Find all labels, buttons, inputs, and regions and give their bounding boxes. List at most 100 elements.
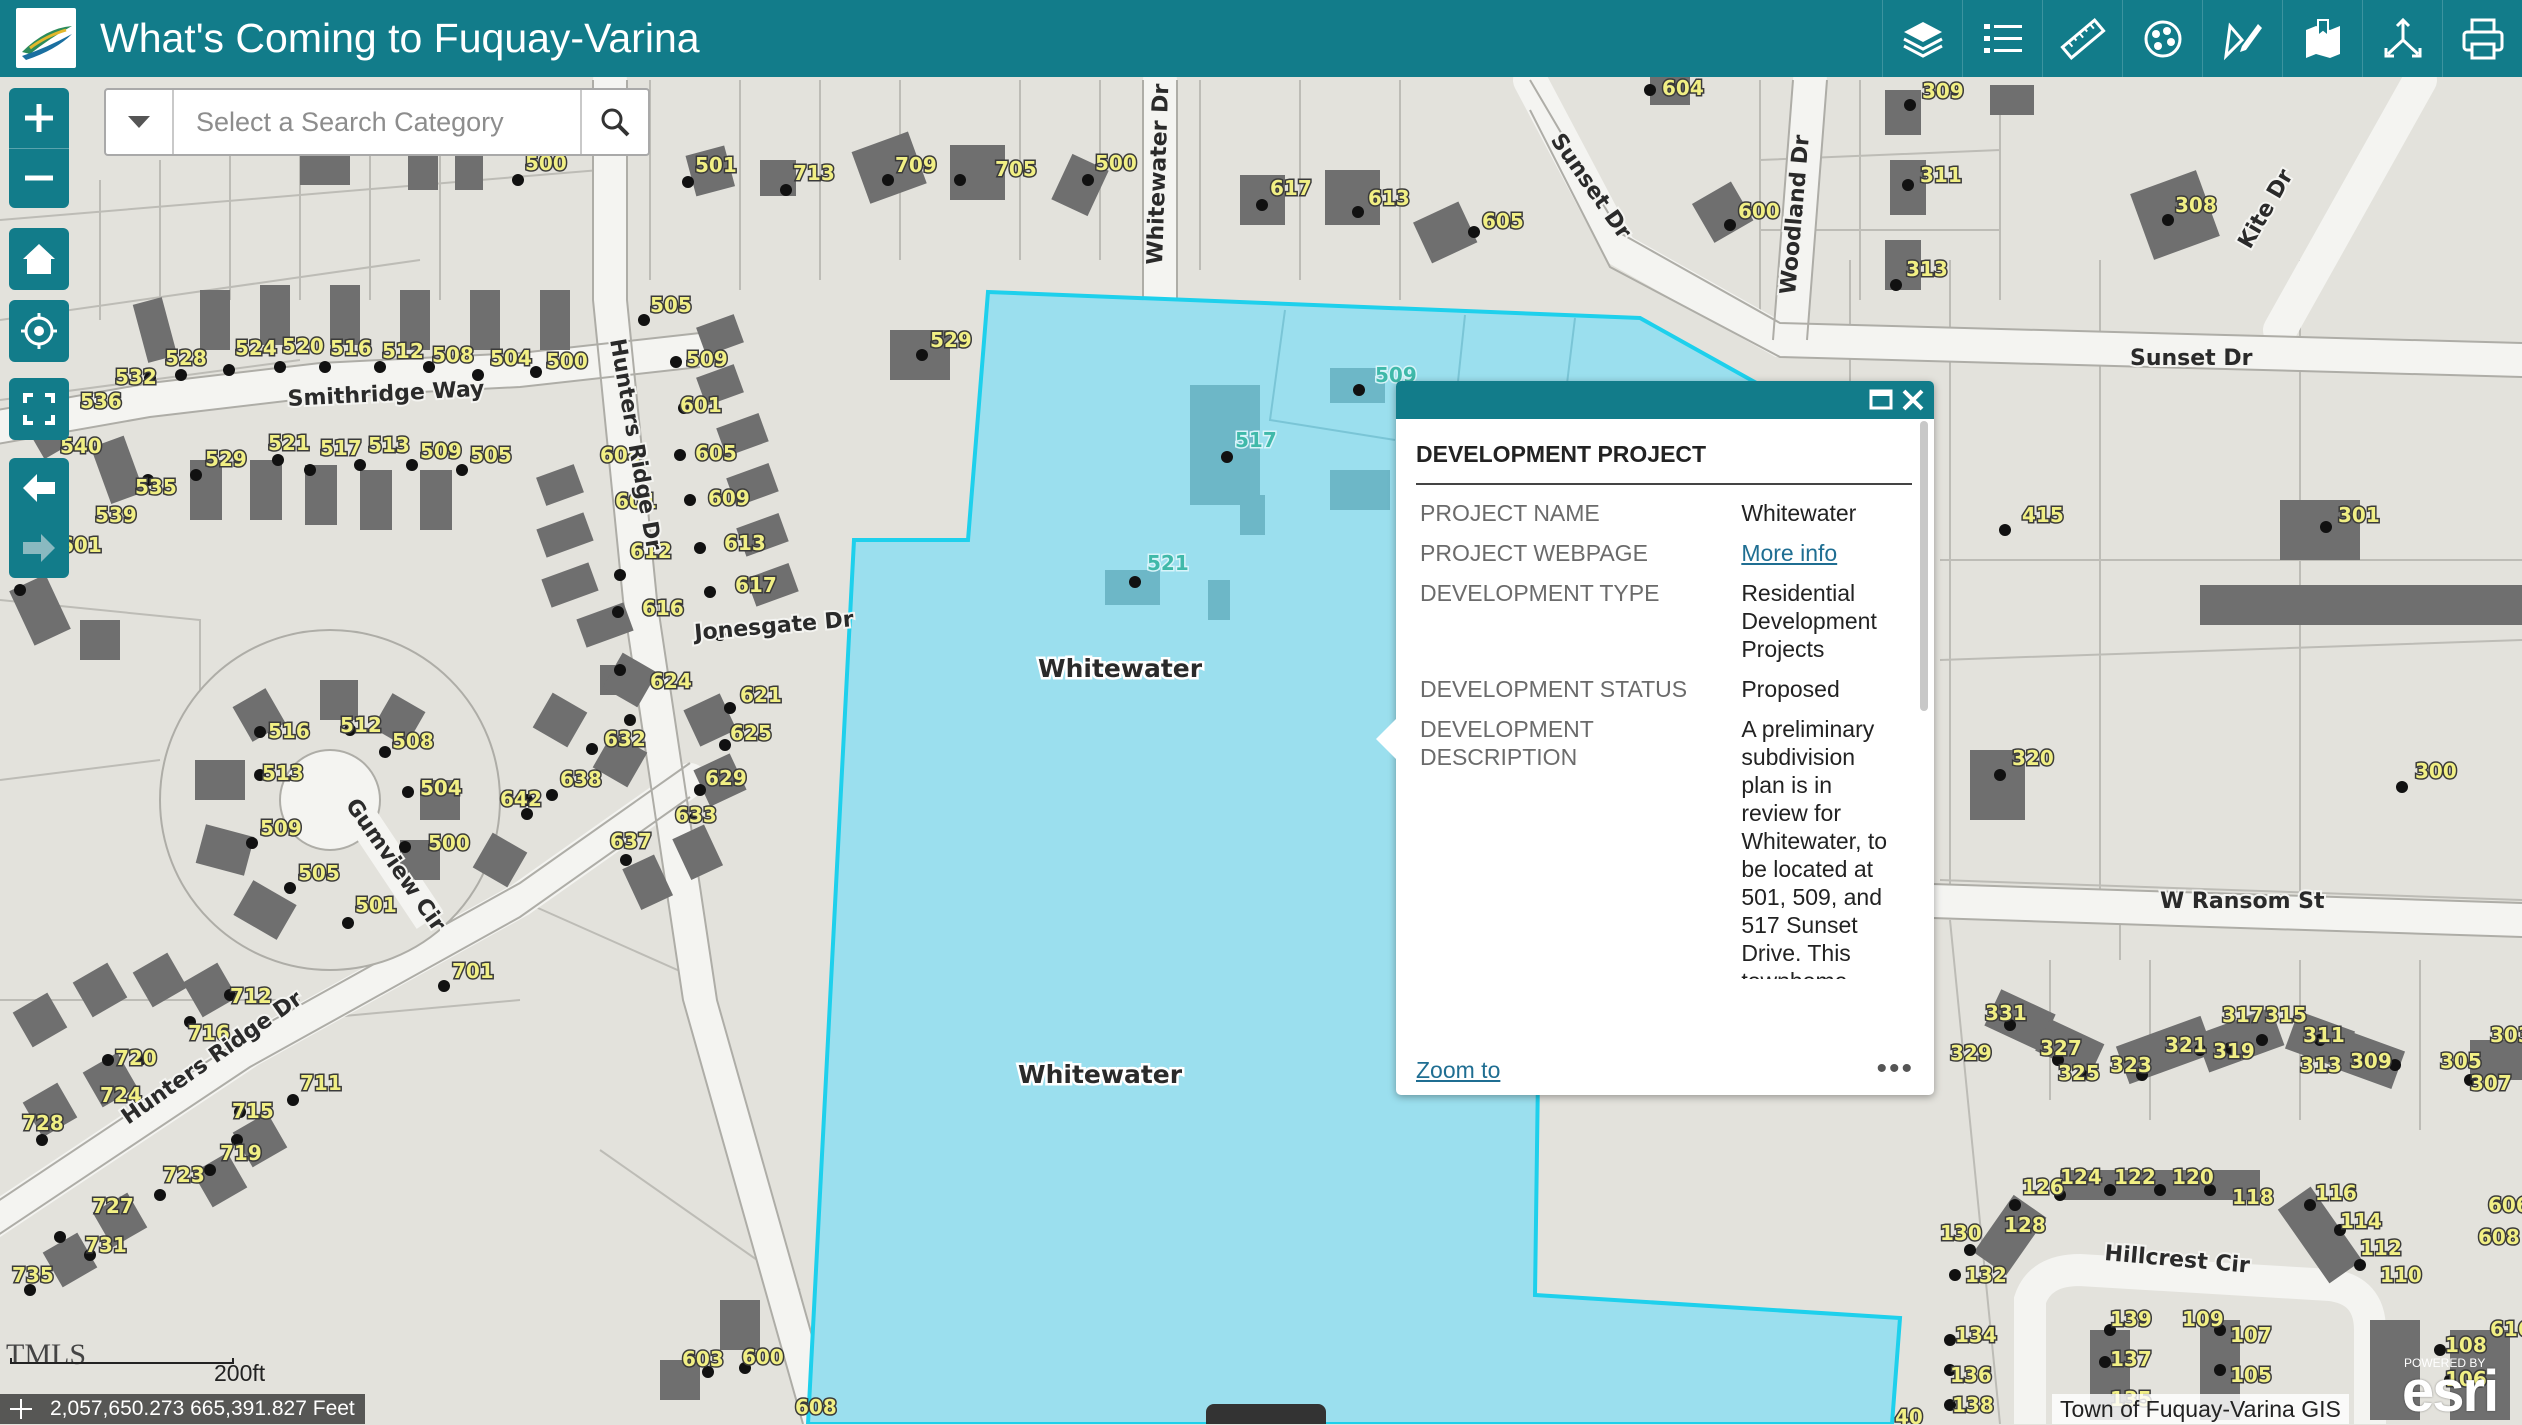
more-options-button[interactable]: ••• <box>1876 1054 1914 1084</box>
svg-text:136: 136 <box>1950 1363 1992 1387</box>
coordinate-readout: 2,057,650.273 665,391.827 Feet <box>0 1394 365 1424</box>
attribute-table-toggle[interactable] <box>1206 1404 1326 1424</box>
svg-text:711: 711 <box>300 1071 342 1095</box>
svg-text:309: 309 <box>1922 79 1964 103</box>
zoom-controls <box>9 88 69 208</box>
svg-text:Whitewater: Whitewater <box>1038 654 1203 683</box>
popup-pointer <box>1376 719 1396 759</box>
svg-text:501: 501 <box>355 893 397 917</box>
search-button[interactable] <box>580 90 648 154</box>
svg-text:504: 504 <box>420 776 462 800</box>
svg-text:309: 309 <box>2350 1049 2392 1073</box>
svg-text:126: 126 <box>2022 1175 2064 1199</box>
popup-titlebar <box>1396 381 1934 419</box>
search-input[interactable] <box>174 90 580 154</box>
svg-text:713: 713 <box>793 161 835 185</box>
svg-text:315: 315 <box>2265 1003 2307 1027</box>
fullscreen-icon <box>23 393 55 425</box>
svg-text:118: 118 <box>2232 1185 2274 1209</box>
draw-icon[interactable] <box>2202 0 2282 77</box>
share-icon[interactable] <box>2362 0 2442 77</box>
svg-text:521: 521 <box>1147 551 1189 575</box>
layers-icon[interactable] <box>1882 0 1962 77</box>
zoom-out-button[interactable] <box>9 149 69 209</box>
svg-text:500: 500 <box>428 831 470 855</box>
svg-text:504: 504 <box>490 346 532 370</box>
svg-text:633: 633 <box>675 803 717 827</box>
fullscreen-button[interactable] <box>9 378 69 440</box>
extent-navigation <box>9 458 69 578</box>
svg-text:705: 705 <box>995 157 1037 181</box>
attribution: Town of Fuquay-Varina GIS <box>2052 1394 2349 1424</box>
attribute-value: Whitewater <box>1741 500 1857 526</box>
svg-text:524: 524 <box>235 336 277 360</box>
attribute-value: Proposed <box>1741 676 1840 702</box>
svg-text:621: 621 <box>740 683 782 707</box>
svg-text:305: 305 <box>2440 1049 2482 1073</box>
svg-text:508: 508 <box>432 343 474 367</box>
svg-text:609: 609 <box>708 486 750 510</box>
basemap-gallery-icon[interactable] <box>2122 0 2202 77</box>
svg-text:500: 500 <box>546 349 588 373</box>
svg-text:601: 601 <box>680 393 722 417</box>
attribute-row: DEVELOPMENT DESCRIPTION A preliminary sub… <box>1416 715 1898 979</box>
attribute-value: A preliminary subdivision plan is in rev… <box>1741 716 1888 979</box>
bookmark-map-icon[interactable] <box>2282 0 2362 77</box>
svg-text:513: 513 <box>368 433 410 457</box>
svg-text:624: 624 <box>650 669 692 693</box>
coordinate-value: 2,057,650.273 665,391.827 Feet <box>50 1397 355 1420</box>
close-icon[interactable] <box>1898 385 1928 415</box>
svg-text:313: 313 <box>2300 1053 2342 1077</box>
esri-logo[interactable]: esri <box>2402 1358 2499 1425</box>
svg-text:134: 134 <box>1955 1323 1997 1347</box>
print-icon[interactable] <box>2442 0 2522 77</box>
svg-text:300: 300 <box>2415 759 2457 783</box>
svg-text:642: 642 <box>500 787 542 811</box>
search-category-dropdown[interactable] <box>106 90 174 154</box>
attribute-row: DEVELOPMENT STATUS Proposed <box>1416 675 1898 703</box>
svg-text:517: 517 <box>320 436 362 460</box>
svg-text:325: 325 <box>2058 1061 2100 1085</box>
svg-text:Sunset Dr: Sunset Dr <box>2130 346 2253 371</box>
attribute-label: DEVELOPMENT TYPE <box>1420 580 1660 606</box>
svg-text:114: 114 <box>2340 1209 2382 1233</box>
legend-list-icon[interactable] <box>1962 0 2042 77</box>
next-extent-button[interactable] <box>9 518 69 578</box>
svg-text:608: 608 <box>795 1395 837 1419</box>
crosshair-icon[interactable] <box>10 1399 32 1419</box>
svg-text:723: 723 <box>163 1163 205 1187</box>
more-info-link[interactable]: More info <box>1741 540 1837 566</box>
svg-text:308: 308 <box>2175 193 2217 217</box>
svg-text:613: 613 <box>724 531 766 555</box>
maximize-icon[interactable] <box>1868 387 1894 413</box>
search-icon <box>601 108 630 137</box>
svg-text:319: 319 <box>2213 1039 2255 1063</box>
svg-text:616: 616 <box>2490 1317 2522 1341</box>
svg-text:105: 105 <box>2230 1363 2272 1387</box>
zoom-to-link[interactable]: Zoom to <box>1416 1057 1500 1084</box>
svg-text:606: 606 <box>2488 1193 2522 1217</box>
previous-extent-button[interactable] <box>9 458 69 518</box>
svg-text:532: 532 <box>115 365 157 389</box>
minus-icon <box>25 175 53 181</box>
map-canvas[interactable]: 604 309500 501 713 709 705 500617 613605 6003113… <box>0 0 2522 1424</box>
svg-text:613: 613 <box>1368 186 1410 210</box>
svg-text:509: 509 <box>686 347 728 371</box>
svg-text:600: 600 <box>742 1345 784 1369</box>
svg-text:709: 709 <box>895 153 937 177</box>
attribute-label: PROJECT NAME <box>1420 500 1600 526</box>
measure-ruler-icon[interactable] <box>2042 0 2122 77</box>
attribute-value: Residential Development Projects <box>1741 580 1877 662</box>
svg-text:638: 638 <box>560 767 602 791</box>
svg-text:321: 321 <box>2165 1033 2207 1057</box>
popup-attributes: PROJECT NAME Whitewater PROJECT WEBPAGE Mo… <box>1416 499 1898 979</box>
svg-text:137: 137 <box>2110 1347 2152 1371</box>
svg-text:535: 535 <box>135 475 177 499</box>
popup-scrollbar[interactable] <box>1920 421 1928 711</box>
zoom-in-button[interactable] <box>9 88 69 149</box>
plus-icon <box>25 103 53 132</box>
locate-button[interactable] <box>9 300 69 362</box>
svg-text:107: 107 <box>2230 1323 2272 1347</box>
attribute-label: PROJECT WEBPAGE <box>1420 540 1648 566</box>
home-button[interactable] <box>9 228 69 290</box>
